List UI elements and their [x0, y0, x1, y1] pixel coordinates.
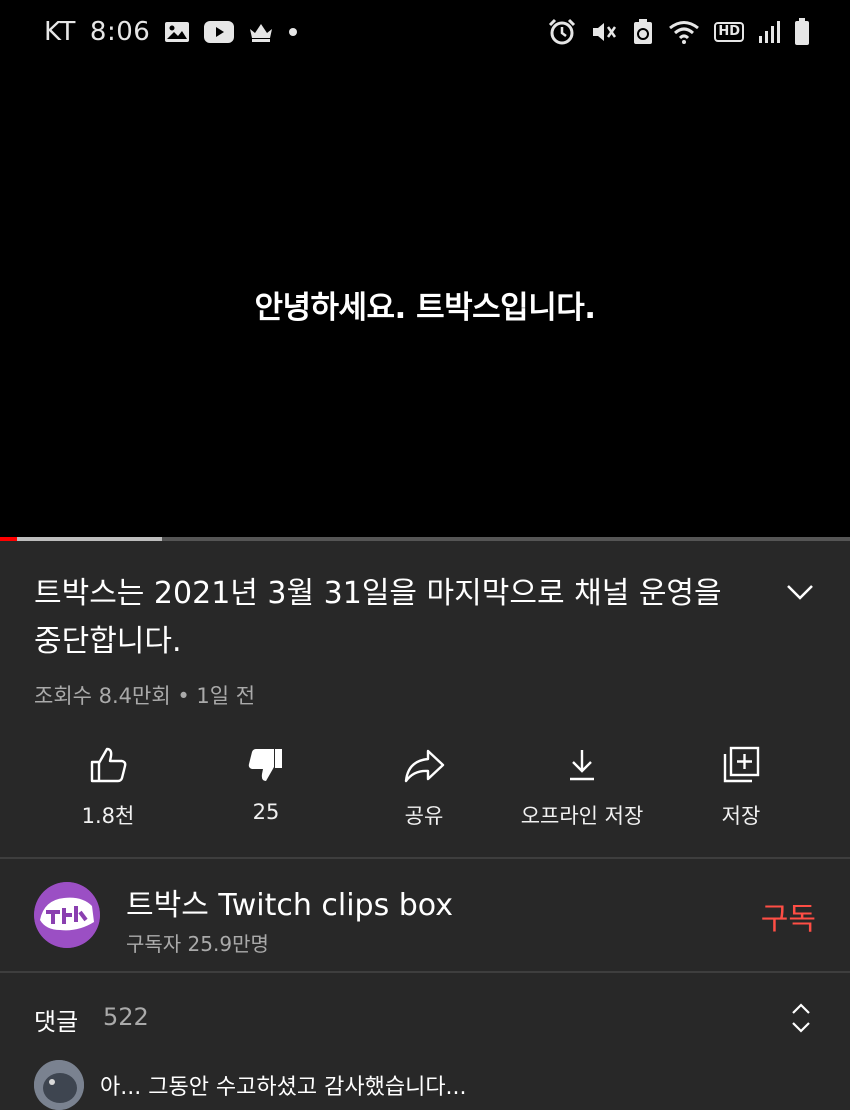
alarm-icon: [548, 18, 576, 46]
save-label: 저장: [721, 804, 761, 828]
gallery-icon: [164, 21, 190, 43]
action-bar: 1.8천 25 공유 오프라인 저장 저장: [0, 738, 850, 838]
status-bar: KT 8:06 HD: [0, 0, 850, 66]
divider: [0, 971, 850, 973]
comments-label[interactable]: 댓글: [34, 1002, 78, 1037]
expand-description-button[interactable]: [780, 572, 820, 612]
signal-icon: [758, 20, 780, 44]
like-icon: [33, 738, 183, 792]
save-to-playlist-button[interactable]: 저장: [666, 738, 816, 830]
mute-icon: [590, 19, 618, 45]
comment-text: 아... 그동안 수고하셨고 감사했습니다...: [100, 1075, 467, 1100]
subscribe-button[interactable]: 구독: [761, 894, 816, 938]
dislike-button[interactable]: 25: [191, 738, 341, 824]
like-count: 1.8천: [81, 804, 135, 828]
buffer-bar: [0, 537, 162, 541]
video-progress-bar[interactable]: [0, 537, 850, 541]
share-label: 공유: [404, 804, 444, 828]
subscriber-count: 구독자 25.9만명: [126, 932, 269, 956]
clock: 8:06: [89, 17, 151, 47]
unfold-icon: [792, 1003, 810, 1033]
youtube-icon: [204, 21, 235, 43]
video-player[interactable]: 안녕하세요. 트박스입니다.: [0, 66, 850, 538]
comment-avatar[interactable]: [34, 1060, 84, 1110]
like-button[interactable]: 1.8천: [33, 738, 183, 830]
wifi-icon: [668, 19, 700, 45]
carrier-label: KT: [44, 17, 76, 47]
comments-count: 522: [103, 1003, 149, 1031]
channel-avatar[interactable]: [34, 882, 100, 948]
divider: [0, 857, 850, 859]
chevron-down-icon: [787, 585, 813, 600]
video-caption: 안녕하세요. 트박스입니다.: [254, 290, 596, 326]
recycle-icon: [632, 18, 654, 46]
dislike-count: 25: [252, 800, 280, 824]
progress-fill: [0, 537, 17, 541]
share-button[interactable]: 공유: [349, 738, 499, 830]
video-title[interactable]: 트박스는 2021년 3월 31일을 마지막으로 채널 운영을 중단합니다.: [34, 570, 754, 666]
crown-icon: [248, 21, 274, 43]
download-button[interactable]: 오프라인 저장: [507, 738, 657, 830]
add-to-playlist-icon: [666, 738, 816, 792]
download-icon: [507, 738, 657, 792]
channel-name[interactable]: 트박스 Twitch clips box: [126, 880, 453, 924]
download-label: 오프라인 저장: [520, 804, 644, 828]
share-icon: [349, 738, 499, 792]
dot-icon: [288, 27, 298, 37]
battery-icon: [794, 18, 810, 46]
comments-expand-button[interactable]: [786, 998, 816, 1038]
hd-icon: HD: [714, 22, 744, 42]
dislike-icon: [191, 738, 341, 792]
video-meta: 조회수 8.4만회 • 1일 전: [34, 684, 256, 708]
